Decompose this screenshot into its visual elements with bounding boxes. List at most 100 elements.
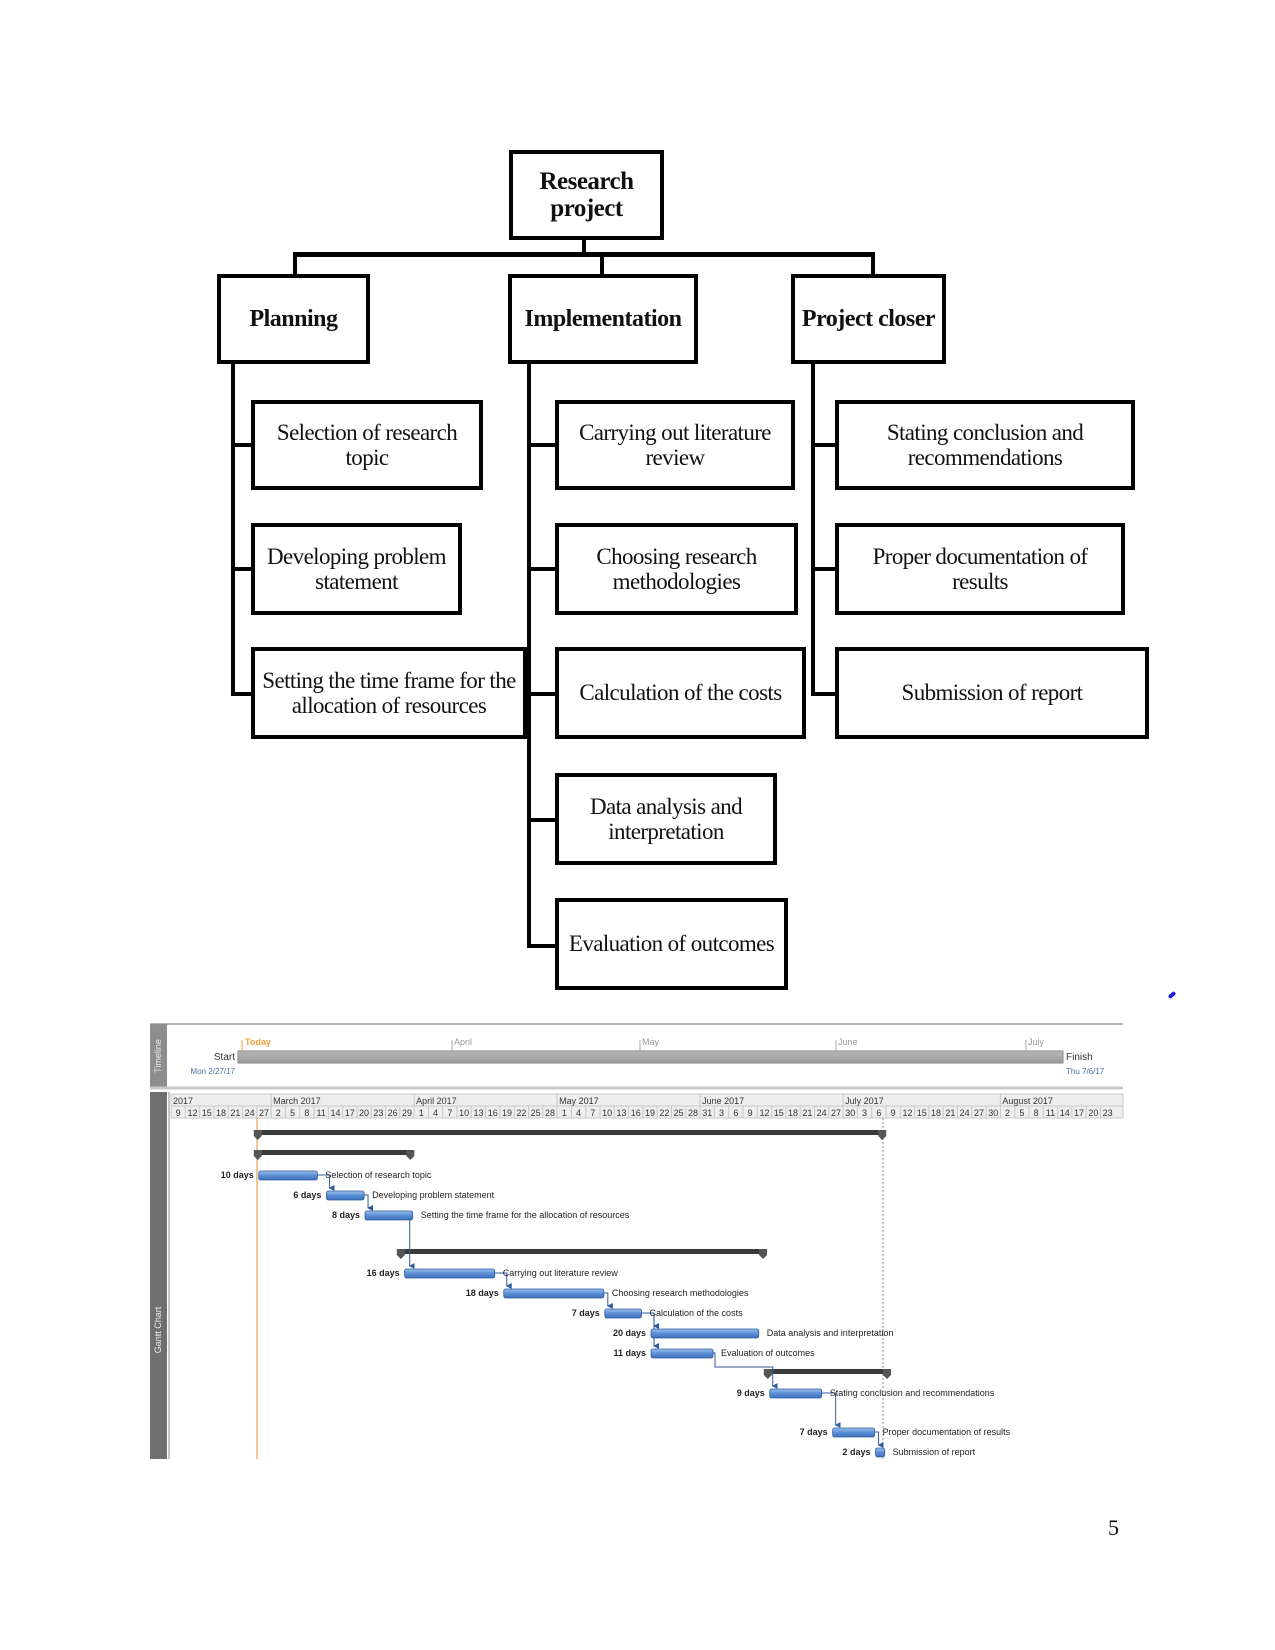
timeline-tab-label[interactable]: Timeline <box>153 1039 163 1073</box>
timescale-day-label: 1 <box>419 1108 424 1118</box>
summary-bar-body[interactable] <box>257 1130 883 1135</box>
task-bar[interactable] <box>832 1427 876 1438</box>
task-bar[interactable] <box>769 1388 823 1399</box>
task-name-label: Calculation of the costs <box>650 1308 744 1318</box>
timescale-day-label: 7 <box>590 1108 595 1118</box>
task-bar[interactable] <box>875 1447 886 1458</box>
task-bar[interactable] <box>364 1210 414 1221</box>
timescale-day-label: 28 <box>688 1108 698 1118</box>
summary-bar-start-cap <box>396 1249 405 1259</box>
wbs-phase-implementation: Implementation <box>508 274 698 364</box>
timescale-day-label: 16 <box>631 1108 641 1118</box>
timescale-day-label: 5 <box>1019 1108 1024 1118</box>
task-name-label: Submission of report <box>893 1447 976 1457</box>
timeline-finish-label: Finish <box>1066 1052 1093 1063</box>
task-bar[interactable] <box>650 1348 714 1359</box>
summary-bar-research-project[interactable] <box>253 1130 887 1140</box>
task-bar[interactable] <box>503 1288 605 1299</box>
task-name-label: Stating conclusion and recommendations <box>830 1388 995 1398</box>
task-name-label: Proper documentation of results <box>883 1427 1011 1437</box>
timescale-day-label: 26 <box>388 1108 398 1118</box>
wbs-task-setting-time-frame: Setting the time frame for the allocatio… <box>251 647 527 739</box>
timescale-day-label: 25 <box>531 1108 541 1118</box>
task-row[interactable]: 8 days Setting the time frame for the all… <box>332 1210 630 1221</box>
summary-bar-end-cap <box>759 1249 768 1259</box>
task-row[interactable]: 16 days Carrying out literature review <box>367 1268 619 1279</box>
summary-bar-implementation[interactable] <box>396 1249 768 1259</box>
gantt-tab-label[interactable]: Gantt Chart <box>153 1306 163 1353</box>
connector <box>600 252 604 276</box>
timeline-month-label: June <box>838 1037 858 1047</box>
summary-bar-start-cap <box>253 1130 262 1140</box>
wbs-task-calculation-of-costs: Calculation of the costs <box>555 647 806 739</box>
task-duration-label: 9 days <box>737 1388 765 1398</box>
timescale-day-label: 13 <box>616 1108 626 1118</box>
task-name-label: Choosing research methodologies <box>612 1288 749 1298</box>
timeline-bar[interactable] <box>237 1050 1064 1064</box>
summary-bar-planning[interactable] <box>253 1150 415 1160</box>
wbs-task-submission-of-report: Submission of report <box>835 647 1149 739</box>
wbs-root-node: Research project <box>509 150 664 240</box>
task-row[interactable]: 2 days Submission of report <box>843 1447 976 1458</box>
connector <box>811 443 837 447</box>
task-row[interactable]: 7 days Proper documentation of results <box>800 1427 1011 1438</box>
timescale-day-label: 23 <box>1103 1108 1113 1118</box>
timescale-day-label: 9 <box>748 1108 753 1118</box>
connector <box>811 567 837 571</box>
task-duration-label: 10 days <box>221 1170 254 1180</box>
task-row[interactable]: 6 days Developing problem statement <box>293 1190 495 1201</box>
summary-bar-body[interactable] <box>767 1369 887 1374</box>
task-bar[interactable] <box>326 1190 365 1201</box>
timescale-day-label: 29 <box>402 1108 412 1118</box>
timescale-day-label: 6 <box>876 1108 881 1118</box>
summary-bar-project-closer[interactable] <box>763 1369 891 1379</box>
timescale-month-label: July 2017 <box>845 1096 884 1106</box>
summary-bar-body[interactable] <box>257 1150 411 1155</box>
summary-bar-start-cap <box>253 1150 262 1160</box>
connector <box>293 252 875 257</box>
timescale-day-label: 28 <box>545 1108 555 1118</box>
connector <box>871 252 875 276</box>
timescale-day-label: 25 <box>674 1108 684 1118</box>
task-name-label: Evaluation of outcomes <box>721 1348 815 1358</box>
timescale-day-label: 22 <box>516 1108 526 1118</box>
task-bar[interactable] <box>604 1308 642 1319</box>
timescale-day-label: 2 <box>1005 1108 1010 1118</box>
task-duration-label: 11 days <box>614 1348 647 1358</box>
summary-bar-body[interactable] <box>400 1249 764 1254</box>
task-row[interactable]: 20 days Data analysis and interpretation <box>613 1328 893 1339</box>
task-row[interactable]: 7 days Calculation of the costs <box>572 1308 744 1319</box>
timescale-day-label: 18 <box>216 1108 226 1118</box>
timescale-day-label: 3 <box>862 1108 867 1118</box>
wbs-task-stating-conclusion: Stating conclusion and recommendations <box>835 400 1135 490</box>
gantt-side-tab[interactable] <box>150 1092 167 1459</box>
task-row[interactable]: 10 days Selection of research topic <box>221 1170 432 1181</box>
timeline-today-label: Today <box>245 1037 271 1047</box>
summary-bar-start-cap <box>763 1369 772 1379</box>
wbs-task-research-methodologies: Choosing research methodologies <box>555 523 798 615</box>
connector <box>231 360 235 696</box>
timescale-day-label: 19 <box>502 1108 512 1118</box>
timescale-day-label: 17 <box>1074 1108 1084 1118</box>
dependency-arrow <box>874 1431 884 1448</box>
timescale-month-label: August 2017 <box>1002 1096 1053 1106</box>
connector <box>811 692 837 696</box>
timescale-day-label: 16 <box>488 1108 498 1118</box>
timescale-day-label: 9 <box>891 1108 896 1118</box>
task-duration-label: 18 days <box>466 1288 499 1298</box>
timescale-day-label: 17 <box>345 1108 355 1118</box>
timescale-day-label: 21 <box>945 1108 955 1118</box>
connector <box>527 567 557 571</box>
task-bars: 10 days Selection of research topic 6 days… <box>221 1170 1011 1458</box>
connector <box>811 360 815 696</box>
task-bar[interactable] <box>650 1328 760 1339</box>
timescale-month-label: June 2017 <box>702 1096 744 1106</box>
timescale-day-label: 27 <box>974 1108 984 1118</box>
task-bar[interactable] <box>404 1268 496 1279</box>
timescale-day-label: 14 <box>330 1108 340 1118</box>
task-bar[interactable] <box>258 1170 318 1181</box>
timescale-day-label: 11 <box>316 1108 325 1118</box>
wbs-task-literature-review: Carrying out literature review <box>555 400 795 490</box>
wbs-task-data-analysis: Data analysis and interpretation <box>555 773 777 865</box>
task-row[interactable]: 9 days Stating conclusion and recommendat… <box>737 1388 995 1399</box>
